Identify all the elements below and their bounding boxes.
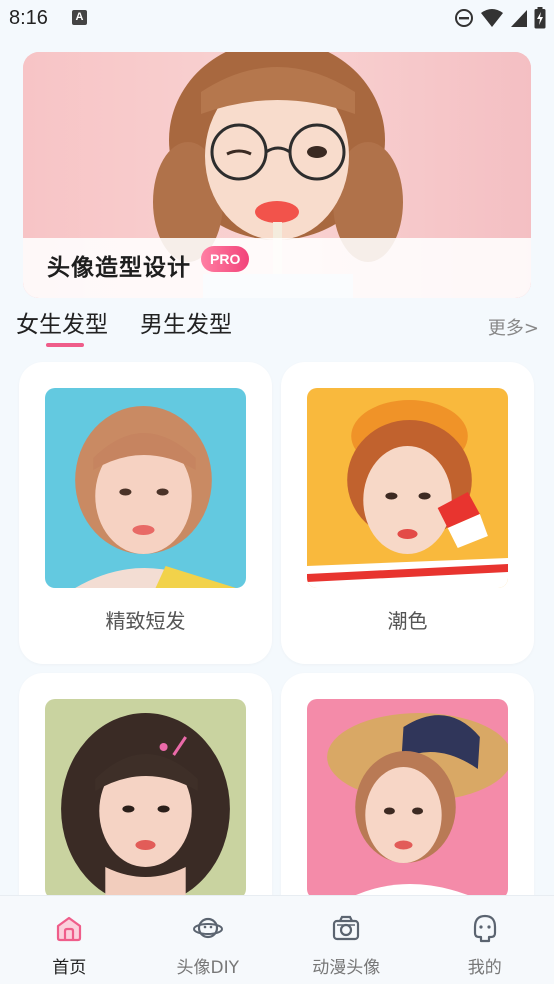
wifi-icon — [481, 9, 503, 27]
short-bob-photo — [45, 388, 246, 588]
promo-banner[interactable]: 头像造型设计 PRO — [23, 52, 531, 298]
tab-label: 男生发型 — [140, 312, 232, 338]
card-label: 潮色 — [387, 609, 428, 633]
nav-label: 首页 — [52, 958, 87, 978]
hairstyle-card[interactable] — [19, 673, 272, 895]
tab-male-hairstyle[interactable]: 男生发型 — [140, 309, 232, 349]
notification-a-icon: A — [72, 10, 87, 25]
status-bar: 8:16 A — [0, 0, 554, 38]
hairstyle-card[interactable] — [281, 673, 534, 895]
planet-face-icon — [192, 917, 223, 939]
nav-label: 我的 — [467, 958, 502, 978]
profile-face-icon — [473, 914, 496, 943]
card-photo — [45, 699, 246, 895]
nav-label: 动漫头像 — [312, 958, 381, 978]
category-tabs: 女生发型 男生发型 — [16, 309, 232, 349]
pro-badge: PRO — [201, 246, 250, 272]
card-photo — [45, 388, 246, 588]
nav-label: 头像DIY — [176, 958, 240, 978]
battery-charging-icon — [534, 7, 546, 29]
color-hair-photo — [307, 388, 508, 588]
nav-anime-avatar[interactable]: 动漫头像 — [277, 896, 416, 984]
sun-hat-photo — [307, 699, 508, 895]
nav-mine[interactable]: 我的 — [416, 896, 554, 984]
nav-avatar-diy[interactable]: 头像DIY — [139, 896, 278, 984]
cellular-signal-icon — [511, 10, 527, 27]
card-photo — [307, 699, 508, 895]
do-not-disturb-icon — [455, 9, 473, 27]
more-link[interactable]: 更多> — [488, 314, 539, 340]
hairstyle-card[interactable]: 潮色 — [281, 362, 534, 664]
curly-hair-photo — [45, 699, 246, 895]
card-label: 精致短发 — [105, 609, 186, 633]
tab-label: 女生发型 — [16, 312, 108, 338]
bottom-nav: 首页 头像DIY 动漫头像 我的 — [0, 895, 554, 984]
nav-home[interactable]: 首页 — [0, 896, 139, 984]
hairstyle-grid[interactable]: 精致短发 潮色 — [0, 360, 554, 895]
banner-title: 头像造型设计 — [47, 255, 191, 281]
status-time: 8:16 — [9, 7, 48, 29]
tab-female-hairstyle[interactable]: 女生发型 — [16, 309, 108, 349]
status-icons — [454, 7, 546, 29]
camera-icon — [333, 915, 360, 941]
hairstyle-card[interactable]: 精致短发 — [19, 362, 272, 664]
tab-active-indicator — [46, 343, 84, 347]
home-icon — [57, 916, 82, 942]
card-photo — [307, 388, 508, 588]
